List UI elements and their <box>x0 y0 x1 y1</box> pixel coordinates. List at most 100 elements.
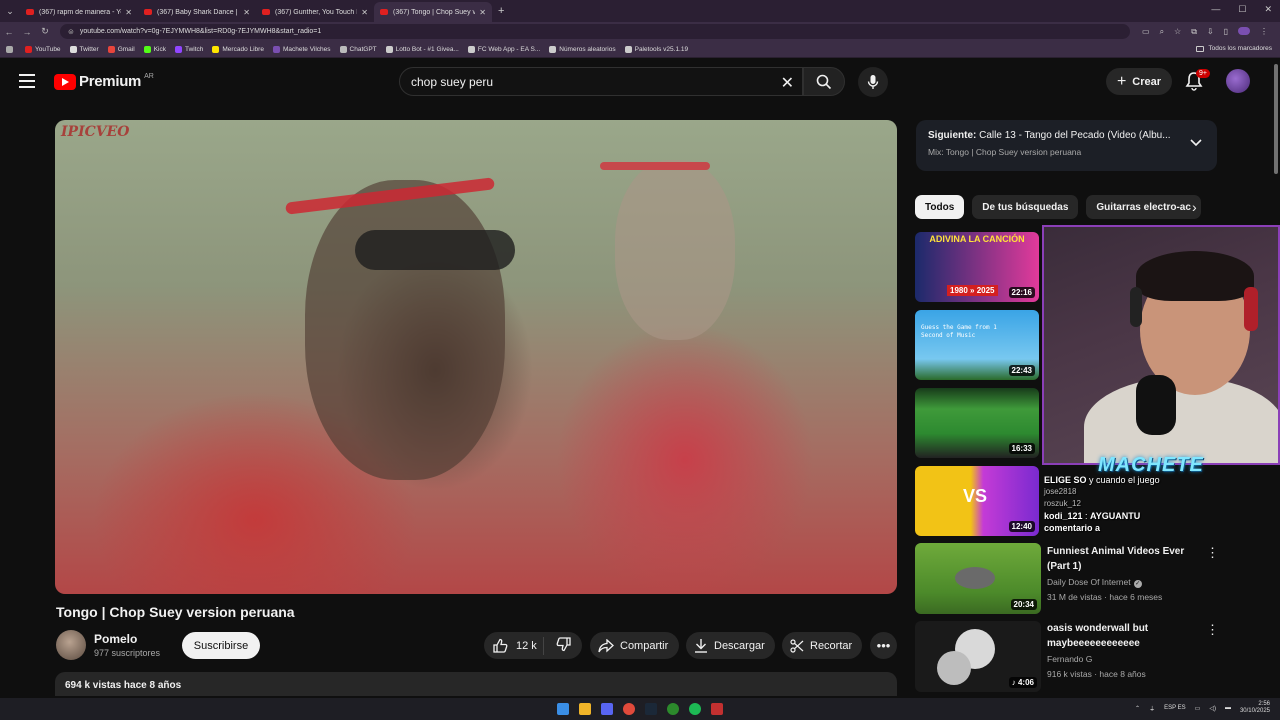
apps-icon[interactable] <box>6 45 16 53</box>
more-vertical-icon[interactable]: ⋮ <box>1206 545 1219 561</box>
windows-start-icon[interactable] <box>557 703 569 715</box>
reload-icon[interactable]: ↻ <box>36 26 54 37</box>
bookmark-youtube[interactable]: YouTube <box>25 45 61 53</box>
more-actions-button[interactable]: ••• <box>870 632 897 659</box>
browser-tab[interactable]: (367) Baby Shark Dance | #bab✕ <box>138 2 256 22</box>
video-player[interactable]: IPICVEO <box>55 120 897 594</box>
close-tab-icon[interactable]: ✕ <box>361 8 368 17</box>
youtube-favicon-icon <box>380 9 388 15</box>
all-bookmarks[interactable]: Todos los marcadores <box>1196 45 1272 52</box>
chevron-right-icon[interactable]: › <box>1192 199 1197 215</box>
recommendation-title[interactable]: oasis wonderwall but maybeeeeeeeeeeee <box>1047 621 1197 651</box>
browser-tab-active[interactable]: (367) Tongo | Chop Suey v ✕ <box>374 2 492 22</box>
star-icon[interactable]: ☆ <box>1174 27 1181 37</box>
recommendation-thumbnail[interactable]: Guess the Game from 1 Second of Music 22… <box>915 310 1039 380</box>
subscribe-button[interactable]: Suscribirse <box>182 632 260 659</box>
sidebar-icon[interactable]: ▯ <box>1224 27 1228 37</box>
chip-all[interactable]: Todos <box>915 195 965 219</box>
video-duration: 22:43 <box>1008 365 1035 376</box>
system-tray: ⌃ ⏚ ESP ES ▭ ◁) ▬ 2:56 30/10/2025 <box>1135 701 1270 715</box>
search-button[interactable] <box>803 67 845 96</box>
maximize-icon[interactable]: ☐ <box>1238 4 1246 15</box>
menu-icon[interactable]: ⋮ <box>1260 27 1268 37</box>
forward-icon[interactable]: → <box>18 27 36 37</box>
bookmark-lotto[interactable]: Lotto Bot - #1 Givea... <box>385 45 459 53</box>
file-explorer-icon[interactable] <box>579 703 591 715</box>
recommendation-thumbnail[interactable]: ADIVINA LA CANCIÓN 1980 » 2025 22:16 <box>915 232 1039 302</box>
create-button[interactable]: + Crear <box>1106 68 1172 95</box>
bookmark-numeros[interactable]: Números aleatorios <box>549 45 616 53</box>
discord-icon[interactable] <box>601 703 613 715</box>
extensions-icon[interactable]: ⧉ <box>1191 27 1197 37</box>
microphone-icon <box>867 75 879 89</box>
youtube-premium-logo[interactable]: Premium AR <box>54 73 154 90</box>
voice-search-button[interactable] <box>858 67 888 97</box>
download-button[interactable]: Descargar <box>686 632 775 659</box>
like-button[interactable]: 12 k <box>484 636 544 655</box>
tab-search-icon[interactable]: ⌄ <box>0 0 20 22</box>
share-button[interactable]: Compartir <box>590 632 679 659</box>
bookmark-paletools[interactable]: Paletools v25.1.19 <box>624 45 688 53</box>
close-tab-icon[interactable]: ✕ <box>243 8 250 17</box>
description-box[interactable]: 694 k vistas hace 8 años <box>55 672 897 696</box>
battery-icon[interactable]: ▬ <box>1225 705 1231 711</box>
downloads-icon[interactable]: ⇩ <box>1207 27 1214 37</box>
network-icon[interactable]: ▭ <box>1195 705 1201 712</box>
site-info-icon[interactable]: ⊜ <box>68 28 74 36</box>
plus-icon: + <box>1116 72 1127 90</box>
browser-tab[interactable]: (367) Gunther, You Touch My T✕ <box>256 2 374 22</box>
bookmark-twitter[interactable]: Twitter <box>69 45 99 53</box>
language-indicator[interactable]: ESP ES <box>1164 705 1186 712</box>
close-tab-icon[interactable]: ✕ <box>479 8 486 17</box>
profile-icon[interactable] <box>1238 26 1251 35</box>
bookmark-twitch[interactable]: Twitch <box>174 45 203 53</box>
bookmark-gmail[interactable]: Gmail <box>107 45 135 53</box>
url-field[interactable]: ⊜ youtube.com/watch?v=0g-7EJYMWH8&list=RD… <box>60 24 1130 39</box>
browser-tab-bar: ⌄ (367) rapm de mainera - YouTube✕ (367)… <box>0 0 1280 22</box>
chip-from-searches[interactable]: De tus búsquedas <box>972 195 1079 219</box>
recommendation-thumbnail[interactable]: 20:34 <box>915 543 1041 614</box>
recommendation-title[interactable]: Funniest Animal Videos Ever (Part 1) <box>1047 544 1197 574</box>
account-avatar[interactable] <box>1226 69 1250 93</box>
bookmark-chatgpt[interactable]: ChatGPT <box>339 45 377 53</box>
bookmark-fc-web[interactable]: FC Web App - EA S... <box>467 45 540 53</box>
xbox-icon[interactable] <box>667 703 679 715</box>
zoom-icon[interactable]: ⌕ <box>1160 27 1164 37</box>
app-icon[interactable] <box>711 703 723 715</box>
more-vertical-icon[interactable]: ⋮ <box>1206 622 1219 638</box>
chat-line: jose2818 <box>1044 487 1077 496</box>
browser-tab[interactable]: (367) rapm de mainera - YouTube✕ <box>20 2 138 22</box>
steam-icon[interactable] <box>645 703 657 715</box>
bookmark-mercado-libre[interactable]: Mercado Libre <box>212 45 264 53</box>
dislike-button[interactable] <box>544 636 572 655</box>
spotify-icon[interactable] <box>689 703 701 715</box>
usb-icon[interactable]: ⏚ <box>1149 704 1155 713</box>
chevron-down-icon[interactable] <box>1189 138 1203 148</box>
recommendation-thumbnail[interactable]: ♪ 4:06 <box>915 621 1041 692</box>
close-tab-icon[interactable]: ✕ <box>125 8 132 17</box>
recommendation-channel[interactable]: Daily Dose Of Internet ✓ <box>1047 577 1142 588</box>
chevron-up-icon[interactable]: ⌃ <box>1135 705 1140 712</box>
chip-guitars[interactable]: Guitarras electro-ac <box>1086 195 1201 219</box>
page-scrollbar[interactable] <box>1274 64 1278 174</box>
clock[interactable]: 2:56 30/10/2025 <box>1240 701 1270 715</box>
clip-button[interactable]: Recortar <box>782 632 862 659</box>
back-icon[interactable]: ← <box>0 27 18 37</box>
close-window-icon[interactable]: ✕ <box>1264 4 1272 15</box>
recommendation-thumbnail[interactable]: 16:33 <box>915 388 1039 458</box>
cast-icon[interactable]: ▭ <box>1142 27 1150 37</box>
bookmark-machete[interactable]: Machete Vilches <box>272 45 331 53</box>
new-tab-icon[interactable]: + <box>498 5 504 17</box>
chrome-icon[interactable] <box>623 703 635 715</box>
recommendation-channel[interactable]: Fernando G <box>1047 654 1092 664</box>
recommendation-thumbnail[interactable]: VS 12:40 <box>915 466 1039 536</box>
channel-avatar[interactable] <box>56 630 86 660</box>
hamburger-menu-icon[interactable] <box>19 74 35 88</box>
bookmark-kick[interactable]: Kick <box>143 45 166 53</box>
up-next-card[interactable]: Siguiente: Calle 13 - Tango del Pecado (… <box>916 120 1217 171</box>
channel-name[interactable]: Pomelo <box>94 632 137 646</box>
minimize-icon[interactable]: — <box>1211 4 1220 15</box>
clear-search-icon[interactable]: ✕ <box>781 73 794 93</box>
volume-icon[interactable]: ◁) <box>1209 705 1216 712</box>
search-input[interactable]: chop suey peru ✕ <box>399 67 803 96</box>
